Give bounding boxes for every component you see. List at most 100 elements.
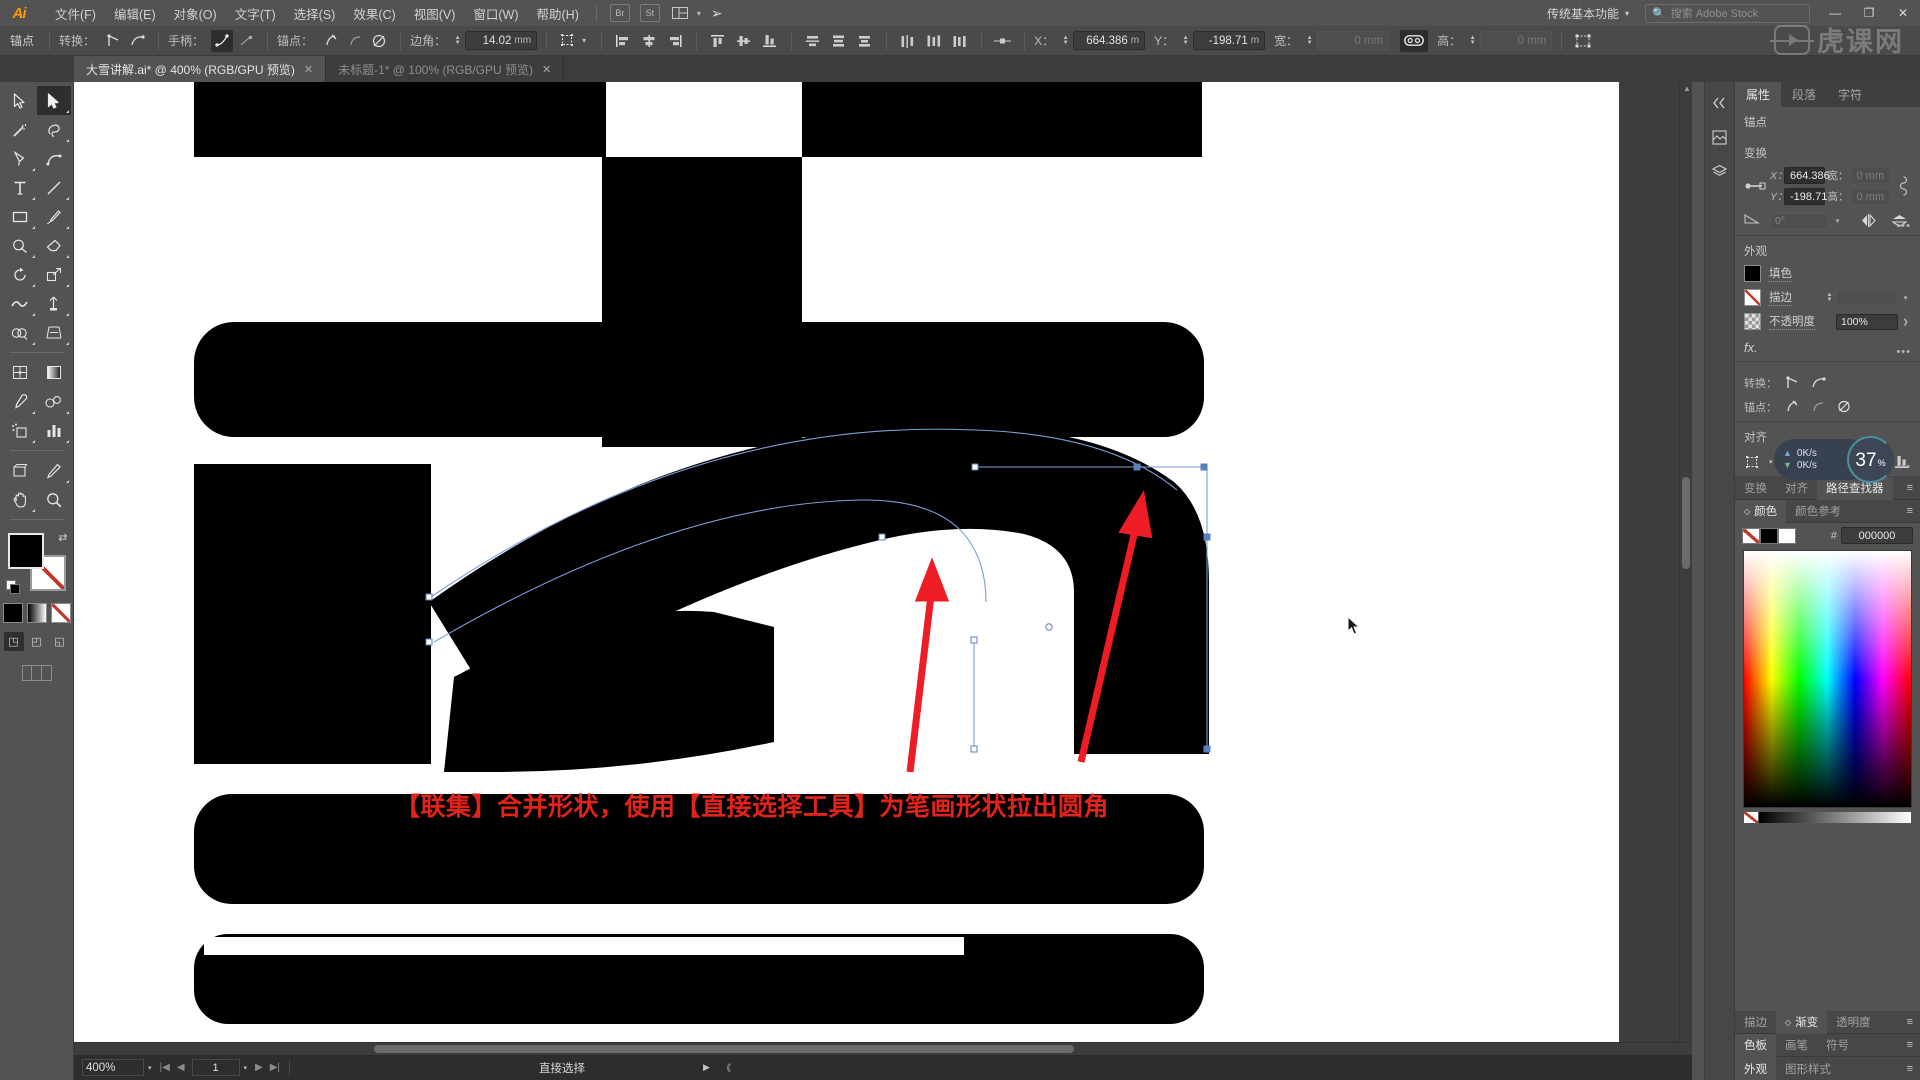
tab-transparency[interactable]: 透明度 — [1827, 1011, 1880, 1034]
cut-path-icon[interactable] — [368, 30, 390, 52]
search-input[interactable]: 🔍 搜索 Adobe Stock — [1645, 3, 1810, 23]
tool-mesh-icon[interactable] — [3, 358, 37, 387]
vertical-scroll-thumb[interactable] — [1682, 477, 1690, 569]
color-black-swatch[interactable] — [1760, 527, 1778, 544]
align-center-horizontal-icon[interactable] — [638, 30, 660, 52]
fill-swatch[interactable] — [7, 533, 44, 569]
artboard-chevron-down-icon[interactable]: ▾ — [244, 1064, 248, 1072]
arrange-chevron-down-icon[interactable]: ▾ — [697, 9, 701, 18]
close-button[interactable]: ✕ — [1886, 0, 1920, 26]
cut-path-icon[interactable] — [1832, 396, 1856, 417]
tool-shaper-icon[interactable] — [3, 231, 37, 260]
tool-type-icon[interactable] — [3, 173, 37, 202]
document-tab-inactive[interactable]: 未标题-1* @ 100% (RGB/GPU 预览) ✕ — [326, 56, 565, 82]
y-input[interactable]: -198.71 — [1784, 188, 1827, 205]
tool-width-icon[interactable] — [3, 289, 37, 318]
align-left-icon[interactable] — [612, 30, 634, 52]
horizontal-scroll-thumb[interactable] — [374, 1045, 1074, 1053]
tool-paintbrush-icon[interactable] — [37, 202, 71, 231]
canvas-area[interactable]: 【联集】合并形状，使用【直接选择工具】为笔画形状拉出圆角 ▲ ▼ — [74, 82, 1692, 1054]
distribute-bottom-icon[interactable] — [854, 30, 876, 52]
convert-to-corner-icon[interactable] — [102, 30, 124, 52]
align-middle-vertical-icon[interactable] — [733, 30, 755, 52]
color-spectrum-picker[interactable] — [1743, 550, 1912, 808]
tool-column-graph-icon[interactable] — [37, 416, 71, 445]
effects-fx-label[interactable]: fx. — [1744, 337, 1911, 357]
tool-magic-wand-icon[interactable] — [3, 115, 37, 144]
next-artboard-icon[interactable]: ▶ — [255, 1062, 263, 1073]
panel-menu-icon[interactable]: ≡ — [1907, 1016, 1920, 1028]
tool-selection-icon[interactable] — [3, 86, 37, 115]
tab-character[interactable]: 字符 — [1827, 82, 1873, 107]
tool-line-segment-icon[interactable] — [37, 173, 71, 202]
menu-file[interactable]: 文件(F) — [46, 0, 105, 27]
tool-perspective-grid-icon[interactable] — [37, 318, 71, 347]
show-bounding-box-icon[interactable] — [1572, 30, 1594, 52]
tool-gradient-icon[interactable] — [37, 358, 71, 387]
reference-point-icon[interactable] — [1744, 175, 1766, 197]
tab-paragraph[interactable]: 段落 — [1781, 82, 1827, 107]
appearance-more-options-icon[interactable]: ••• — [1896, 346, 1911, 358]
distribute-center-icon[interactable] — [828, 30, 850, 52]
align-to-selection-icon[interactable] — [1744, 451, 1762, 472]
connect-anchor-icon[interactable] — [1806, 396, 1830, 417]
stroke-weight-stepper[interactable]: ▲ ▼ — [1825, 292, 1834, 303]
stroke-weight-input[interactable] — [1836, 289, 1898, 306]
align-bottom-icon[interactable] — [759, 30, 781, 52]
zoom-level-input[interactable]: 400% — [82, 1059, 144, 1076]
align-more-options-icon[interactable]: ••• — [1896, 461, 1911, 473]
x-input[interactable]: 664.386 — [1784, 167, 1830, 184]
tool-shape-builder-icon[interactable] — [3, 318, 37, 347]
tool-direct-selection-icon[interactable] — [36, 86, 71, 115]
ramp-none-swatch[interactable] — [1743, 811, 1759, 824]
tool-eyedropper-icon[interactable] — [3, 387, 37, 416]
tool-artboard-icon[interactable] — [3, 456, 37, 485]
ramp-gradient[interactable] — [1759, 811, 1912, 824]
canvas-horizontal-scrollbar[interactable] — [74, 1042, 1692, 1055]
tab-symbols[interactable]: 符号 — [1817, 1034, 1858, 1057]
status-extra-icon[interactable]: 《 — [722, 1061, 731, 1074]
menu-view[interactable]: 视图(V) — [405, 0, 465, 27]
convert-to-smooth-icon[interactable] — [1806, 372, 1830, 393]
transform-more-options-icon[interactable]: ••• — [1896, 220, 1911, 232]
tool-blend-icon[interactable] — [37, 387, 71, 416]
hex-input[interactable]: 000000 — [1841, 527, 1913, 544]
tool-eraser-icon[interactable] — [37, 231, 71, 260]
discover-rocket-icon[interactable]: ➢ — [711, 5, 723, 22]
tab-transform[interactable]: 变换 — [1735, 477, 1776, 500]
first-artboard-icon[interactable]: |◀ — [160, 1062, 170, 1073]
fill-swatch[interactable] — [1744, 265, 1761, 282]
tool-curvature-icon[interactable] — [37, 144, 71, 173]
hide-handles-icon[interactable] — [235, 30, 257, 52]
canvas-vertical-scrollbar[interactable]: ▲ ▼ — [1679, 82, 1692, 1054]
draw-normal-icon[interactable]: ◳ — [3, 632, 24, 651]
convert-to-corner-icon[interactable] — [1780, 372, 1804, 393]
tool-zoom-icon[interactable] — [37, 485, 71, 514]
artboard-number-input[interactable]: 1 — [191, 1059, 240, 1076]
tool-pen-icon[interactable] — [3, 144, 37, 173]
tab-stroke[interactable]: 描边 — [1735, 1011, 1776, 1034]
current-tool-label[interactable]: 直接选择 — [539, 1060, 585, 1076]
distribute-top-icon[interactable] — [802, 30, 824, 52]
menu-edit[interactable]: 编辑(E) — [105, 0, 165, 27]
menu-object[interactable]: 对象(O) — [165, 0, 226, 27]
y-position-input[interactable]: -198.71 m — [1193, 31, 1266, 50]
close-icon[interactable]: ✕ — [304, 63, 313, 76]
stroke-chevron-down-icon[interactable]: ▾ — [1900, 294, 1911, 302]
menu-effect[interactable]: 效果(C) — [344, 0, 404, 27]
tool-symbol-sprayer-icon[interactable] — [3, 416, 37, 445]
color-mode-flat-icon[interactable] — [2, 603, 23, 623]
tab-properties[interactable]: 属性 — [1735, 82, 1782, 107]
stroke-swatch[interactable] — [1744, 289, 1761, 306]
show-handles-icon[interactable] — [211, 29, 234, 52]
layers-panel-icon[interactable] — [1708, 159, 1732, 183]
x-position-input[interactable]: 664.386 m — [1073, 31, 1146, 50]
tool-slice-icon[interactable] — [37, 456, 71, 485]
constrain-proportions-icon[interactable] — [1895, 175, 1911, 197]
panel-menu-icon[interactable]: ≡ — [1907, 1063, 1920, 1075]
panel-menu-icon[interactable]: ≡ — [1907, 505, 1920, 517]
remove-anchor-icon[interactable] — [1780, 396, 1804, 417]
align-right-icon[interactable] — [664, 30, 686, 52]
collapse-panels-icon[interactable] — [1708, 91, 1732, 115]
menu-help[interactable]: 帮助(H) — [528, 0, 588, 27]
